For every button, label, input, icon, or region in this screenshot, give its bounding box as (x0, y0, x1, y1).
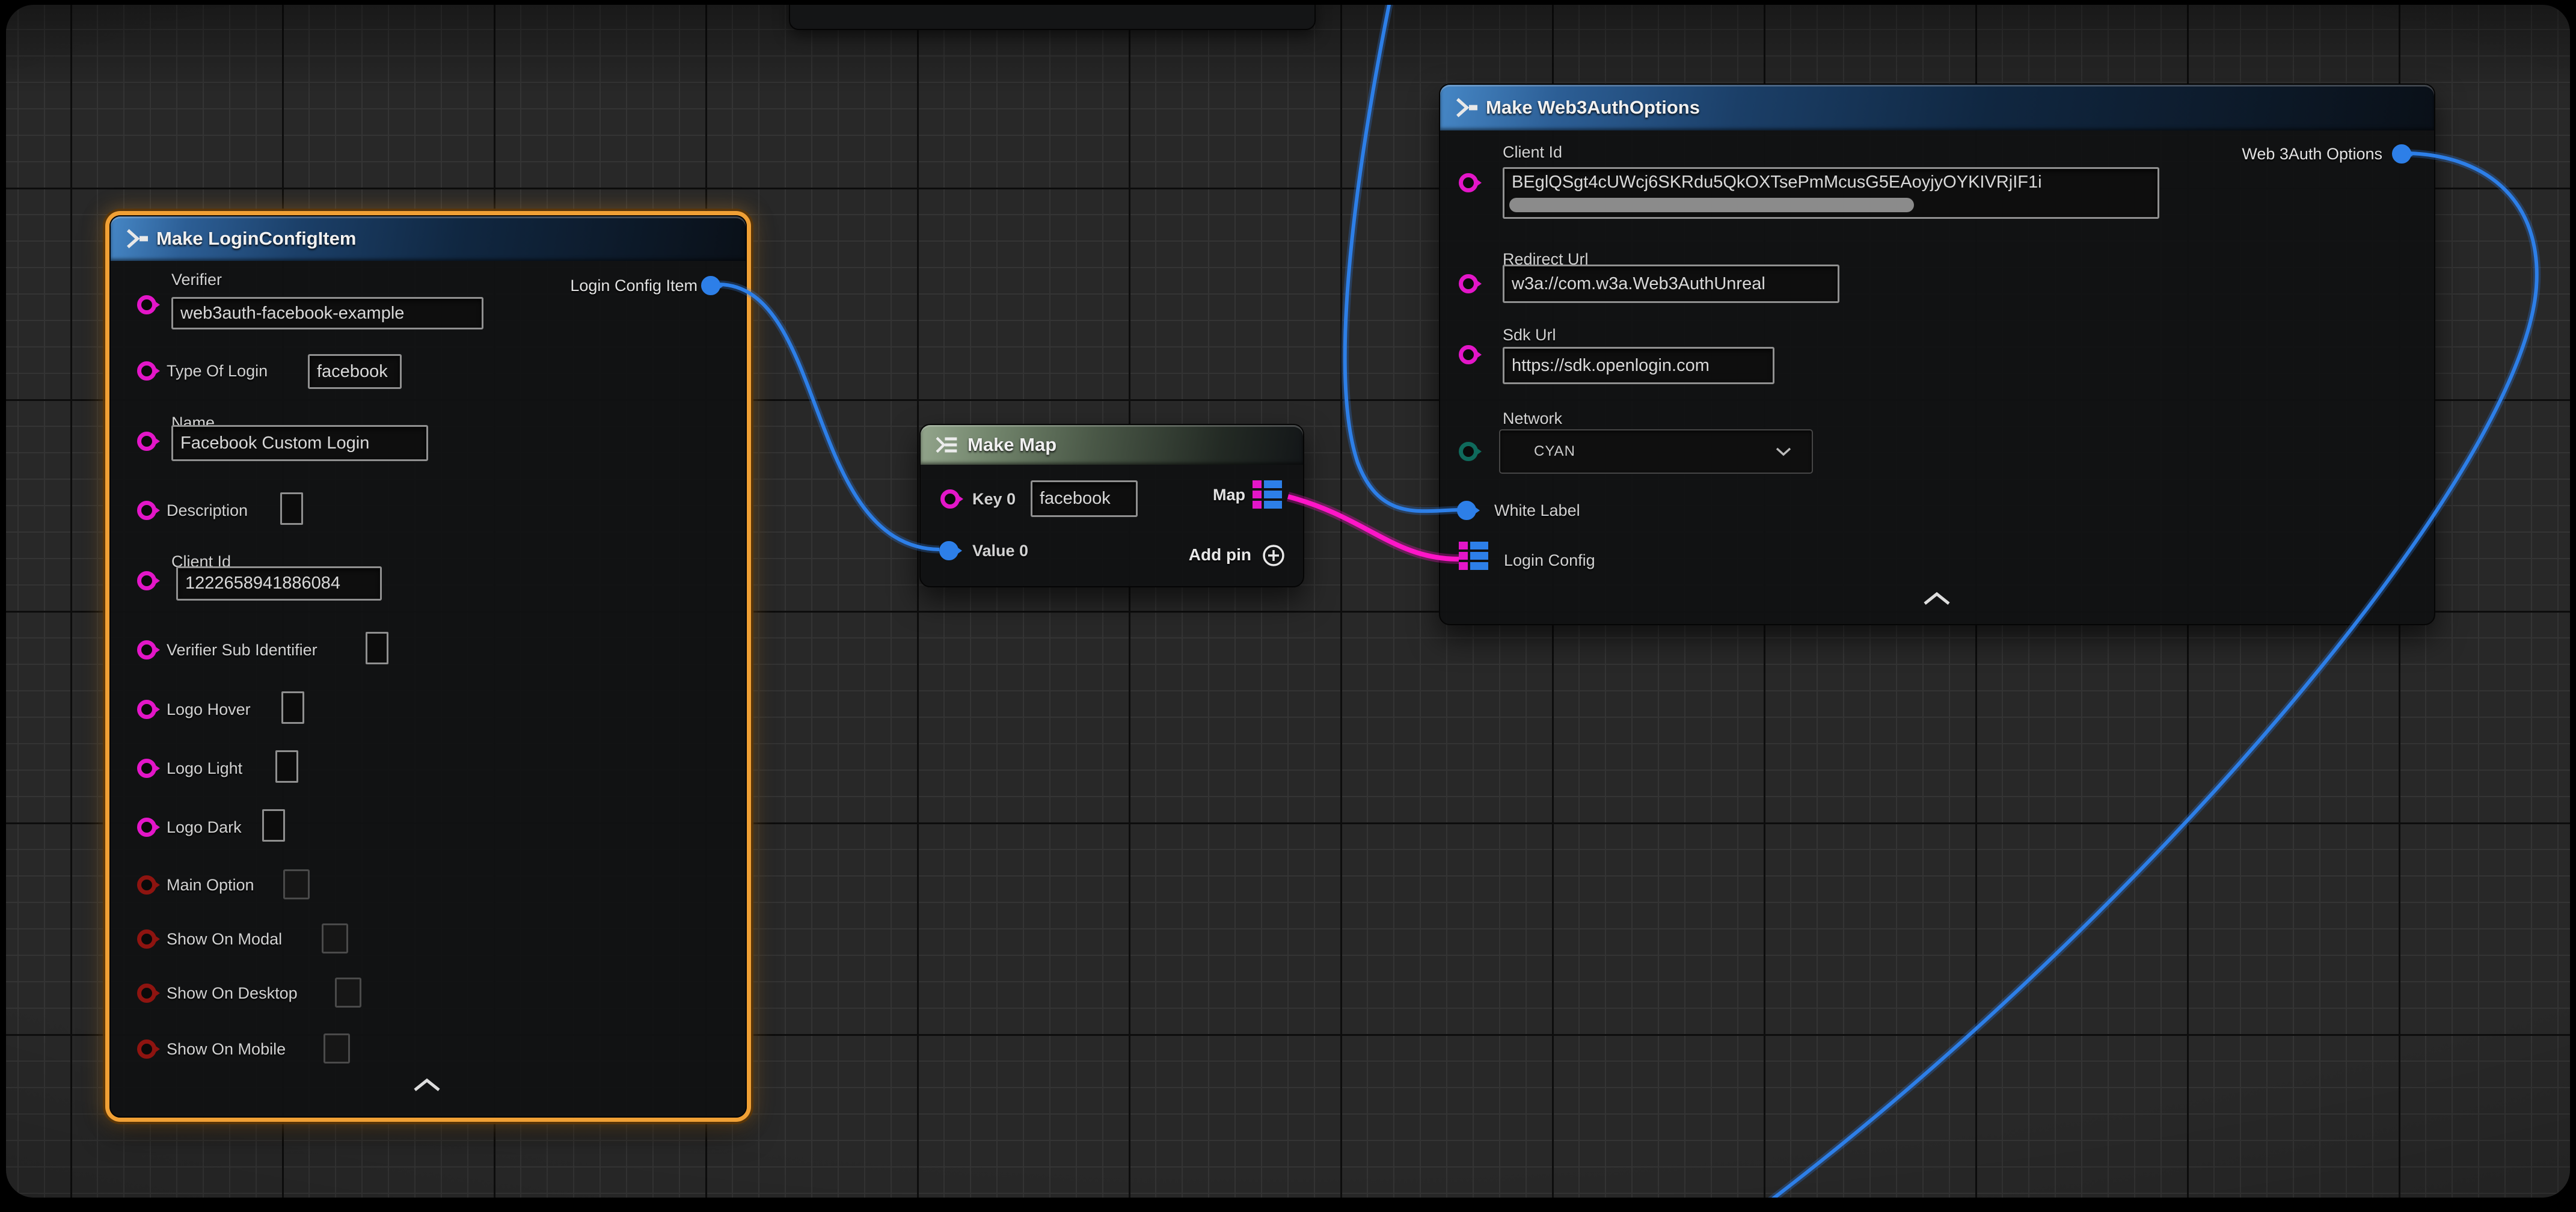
output-pin-label: Login Config Item (570, 276, 698, 295)
pin-label-verifier-sub-identifier: Verifier Sub Identifier (167, 640, 317, 660)
logo-light-field[interactable] (275, 750, 298, 783)
pin-main-option[interactable] (137, 875, 156, 895)
pin-label-key-0: Key 0 (972, 489, 1016, 509)
pin-redirect-url[interactable] (1459, 274, 1478, 293)
pin-value-0[interactable] (939, 541, 958, 560)
make-map-icon (933, 433, 959, 457)
pin-label-show-on-desktop: Show On Desktop (167, 984, 298, 1003)
pin-label-network: Network (1503, 409, 1562, 428)
pin-label-logo-dark: Logo Dark (167, 818, 242, 837)
pin-label-white-label: White Label (1494, 501, 1580, 520)
make-struct-icon (1452, 95, 1477, 120)
pin-type-of-login[interactable] (137, 361, 156, 381)
pin-label-logo-light: Logo Light (167, 759, 242, 778)
pin-white-label[interactable] (1457, 501, 1476, 520)
pin-label-login-config: Login Config (1504, 551, 1595, 570)
node-make-loginconfigitem[interactable]: Make LoginConfigItem Login Config Item V… (109, 215, 747, 1118)
pin-verifier-sub-identifier[interactable] (137, 640, 156, 660)
blueprint-canvas[interactable]: Make LoginConfigItem Login Config Item V… (6, 5, 2570, 1198)
node-header[interactable]: Make Map (921, 425, 1303, 465)
wire-loginconfigitem-to-value0[interactable] (719, 284, 939, 549)
node-title: Make Map (968, 434, 1056, 456)
network-dropdown-value: CYAN (1534, 443, 1575, 460)
description-field[interactable] (280, 492, 303, 525)
type-of-login-field[interactable]: facebook (308, 354, 402, 389)
show-on-modal-checkbox[interactable] (322, 923, 348, 953)
chevron-down-icon (1774, 446, 1792, 457)
client-id-field[interactable]: 1222658941886084 (176, 566, 382, 601)
pin-label-show-on-modal: Show On Modal (167, 929, 282, 949)
main-option-checkbox[interactable] (283, 869, 310, 899)
redirect-url-field[interactable]: w3a://com.w3a.Web3AuthUnreal (1503, 265, 1839, 303)
pin-label-logo-hover: Logo Hover (167, 700, 251, 719)
collapse-chevron-icon[interactable] (411, 1077, 443, 1093)
client-id-field[interactable]: BEglQSgt4cUWcj6SKRdu5QkOXTsePmMcusG5EAoy… (1503, 167, 2159, 219)
map-output-pin[interactable] (1253, 480, 1282, 509)
collapse-chevron-icon[interactable] (1921, 591, 1952, 607)
pin-label-type-of-login: Type Of Login (167, 361, 268, 381)
network-dropdown[interactable]: CYAN (1499, 429, 1813, 474)
pin-show-on-mobile[interactable] (137, 1039, 156, 1059)
show-on-desktop-checkbox[interactable] (335, 978, 361, 1008)
pin-show-on-modal[interactable] (137, 929, 156, 949)
wire-map-to-login-config-core[interactable] (1288, 497, 1459, 559)
sdk-url-field[interactable]: https://sdk.openlogin.com (1503, 347, 1774, 384)
logo-hover-field[interactable] (281, 691, 304, 724)
offscreen-node-edge[interactable] (789, 5, 1316, 30)
pin-label-sdk-url: Sdk Url (1503, 325, 1556, 344)
key-0-field[interactable]: facebook (1031, 480, 1138, 517)
pin-client-id[interactable] (1459, 173, 1478, 192)
pin-logo-hover[interactable] (137, 700, 156, 719)
node-header[interactable]: Make LoginConfigItem (111, 216, 746, 261)
pin-label-description: Description (167, 501, 248, 520)
pin-label-client-id: Client Id (1503, 142, 1562, 162)
name-field[interactable]: Facebook Custom Login (171, 425, 428, 461)
map-output-label: Map (1213, 485, 1245, 504)
pin-logo-light[interactable] (137, 759, 156, 778)
pin-key-0[interactable] (940, 489, 960, 509)
node-title: Make LoginConfigItem (156, 228, 356, 249)
output-pin-web3auth-options[interactable] (2392, 144, 2411, 164)
node-header[interactable]: Make Web3AuthOptions (1440, 85, 2434, 130)
pin-label-show-on-mobile: Show On Mobile (167, 1039, 286, 1059)
add-pin-icon[interactable] (1261, 543, 1286, 568)
wire-map-to-login-config[interactable] (1288, 497, 1459, 559)
output-pin-label: Web 3Auth Options (2242, 144, 2382, 164)
pin-verifier[interactable] (137, 295, 156, 314)
pin-logo-dark[interactable] (137, 818, 156, 837)
pin-label-verifier: Verifier (171, 270, 222, 289)
pin-login-config[interactable] (1459, 542, 1488, 570)
verifier-sub-identifier-field[interactable] (366, 632, 388, 664)
show-on-mobile-checkbox[interactable] (324, 1033, 350, 1064)
pin-label-main-option: Main Option (167, 875, 254, 895)
make-struct-icon (123, 226, 148, 251)
output-pin-login-config-item[interactable] (701, 276, 720, 295)
pin-network[interactable] (1459, 442, 1478, 461)
pin-sdk-url[interactable] (1459, 345, 1478, 364)
node-make-map[interactable]: Make Map Key 0 facebook Map Value 0 Add … (919, 424, 1304, 587)
add-pin-label[interactable]: Add pin (1189, 545, 1251, 565)
pin-description[interactable] (137, 501, 156, 520)
verifier-field[interactable]: web3auth-facebook-example (171, 297, 483, 329)
pin-name[interactable] (137, 432, 156, 451)
wire-loginconfigitem-to-value0-core[interactable] (719, 284, 939, 549)
node-title: Make Web3AuthOptions (1486, 97, 1700, 118)
field-scrollbar[interactable] (1509, 198, 1914, 212)
pin-show-on-desktop[interactable] (137, 984, 156, 1003)
logo-dark-field[interactable] (262, 809, 285, 842)
pin-client-id[interactable] (137, 571, 156, 590)
node-make-web3authoptions[interactable]: Make Web3AuthOptions Web 3Auth Options C… (1439, 84, 2435, 625)
pin-label-value-0: Value 0 (972, 541, 1028, 560)
